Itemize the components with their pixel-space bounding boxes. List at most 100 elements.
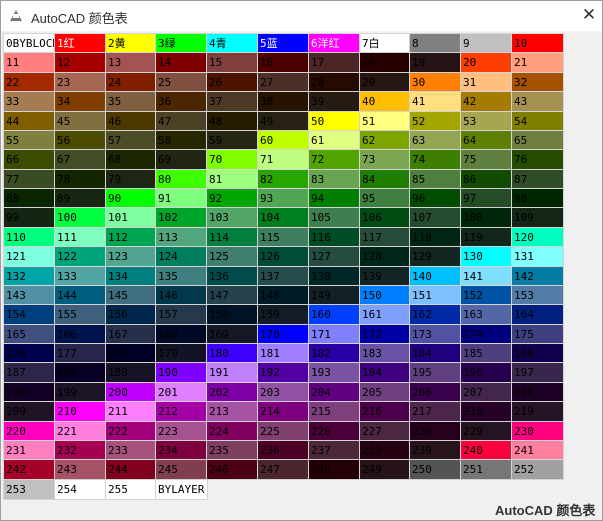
color-cell-149[interactable]: 149 — [308, 285, 361, 306]
color-cell-135[interactable]: 135 — [155, 266, 208, 287]
color-cell-143[interactable]: 143 — [3, 285, 56, 306]
color-cell-204[interactable]: 204 — [308, 382, 361, 403]
color-cell-217[interactable]: 217 — [409, 401, 462, 422]
color-cell-223[interactable]: 223 — [155, 421, 208, 442]
color-cell-73[interactable]: 73 — [359, 149, 412, 170]
color-cell-251[interactable]: 251 — [460, 459, 513, 480]
color-cell-242[interactable]: 242 — [3, 459, 56, 480]
color-cell-57[interactable]: 57 — [105, 130, 158, 151]
color-cell-234[interactable]: 234 — [155, 440, 208, 461]
color-cell-120[interactable]: 120 — [511, 227, 564, 248]
color-cell-231[interactable]: 231 — [3, 440, 56, 461]
color-cell-200[interactable]: 200 — [105, 382, 158, 403]
color-cell-240[interactable]: 240 — [460, 440, 513, 461]
color-cell-62[interactable]: 62 — [359, 130, 412, 151]
color-cell-169[interactable]: 169 — [206, 324, 259, 345]
color-cell-bylayer[interactable]: BYLAYER — [155, 479, 208, 500]
color-cell-5[interactable]: 5蓝 — [257, 33, 310, 54]
color-cell-29[interactable]: 29 — [359, 72, 412, 93]
color-cell-75[interactable]: 75 — [460, 149, 513, 170]
color-cell-221[interactable]: 221 — [54, 421, 107, 442]
color-cell-21[interactable]: 21 — [511, 52, 564, 73]
color-cell-162[interactable]: 162 — [409, 304, 462, 325]
color-cell-132[interactable]: 132 — [3, 266, 56, 287]
color-cell-246[interactable]: 246 — [206, 459, 259, 480]
color-cell-171[interactable]: 171 — [308, 324, 361, 345]
color-cell-205[interactable]: 205 — [359, 382, 412, 403]
color-cell-232[interactable]: 232 — [54, 440, 107, 461]
color-cell-214[interactable]: 214 — [257, 401, 310, 422]
color-cell-44[interactable]: 44 — [3, 111, 56, 132]
color-cell-188[interactable]: 188 — [54, 362, 107, 383]
color-cell-22[interactable]: 22 — [3, 72, 56, 93]
close-button[interactable]: ✕ — [579, 5, 599, 25]
color-cell-245[interactable]: 245 — [155, 459, 208, 480]
color-cell-25[interactable]: 25 — [155, 72, 208, 93]
color-cell-23[interactable]: 23 — [54, 72, 107, 93]
color-cell-80[interactable]: 80 — [155, 169, 208, 190]
color-cell-195[interactable]: 195 — [409, 362, 462, 383]
color-cell-7[interactable]: 7白 — [359, 33, 412, 54]
color-cell-226[interactable]: 226 — [308, 421, 361, 442]
color-cell-83[interactable]: 83 — [308, 169, 361, 190]
color-cell-42[interactable]: 42 — [460, 91, 513, 112]
color-cell-131[interactable]: 131 — [511, 246, 564, 267]
color-cell-64[interactable]: 64 — [460, 130, 513, 151]
color-cell-186[interactable]: 186 — [511, 343, 564, 364]
color-cell-51[interactable]: 51 — [359, 111, 412, 132]
color-cell-98[interactable]: 98 — [511, 188, 564, 209]
color-cell-84[interactable]: 84 — [359, 169, 412, 190]
color-cell-168[interactable]: 168 — [155, 324, 208, 345]
color-cell-219[interactable]: 219 — [511, 401, 564, 422]
color-cell-12[interactable]: 12 — [54, 52, 107, 73]
color-cell-174[interactable]: 174 — [460, 324, 513, 345]
color-cell-206[interactable]: 206 — [409, 382, 462, 403]
color-cell-237[interactable]: 237 — [308, 440, 361, 461]
color-cell-253[interactable]: 253 — [3, 479, 56, 500]
color-cell-202[interactable]: 202 — [206, 382, 259, 403]
color-cell-71[interactable]: 71 — [257, 149, 310, 170]
color-cell-244[interactable]: 244 — [105, 459, 158, 480]
color-cell-129[interactable]: 129 — [409, 246, 462, 267]
color-cell-85[interactable]: 85 — [409, 169, 462, 190]
color-cell-38[interactable]: 38 — [257, 91, 310, 112]
color-cell-144[interactable]: 144 — [54, 285, 107, 306]
color-cell-10[interactable]: 10 — [511, 33, 564, 54]
color-cell-17[interactable]: 17 — [308, 52, 361, 73]
color-cell-190[interactable]: 190 — [155, 362, 208, 383]
color-cell-159[interactable]: 159 — [257, 304, 310, 325]
color-cell-1[interactable]: 1红 — [54, 33, 107, 54]
color-cell-96[interactable]: 96 — [409, 188, 462, 209]
color-cell-100[interactable]: 100 — [54, 207, 107, 228]
color-cell-139[interactable]: 139 — [359, 266, 412, 287]
color-cell-189[interactable]: 189 — [105, 362, 158, 383]
color-cell-213[interactable]: 213 — [206, 401, 259, 422]
color-cell-115[interactable]: 115 — [257, 227, 310, 248]
color-cell-255[interactable]: 255 — [105, 479, 158, 500]
color-cell-72[interactable]: 72 — [308, 149, 361, 170]
color-cell-133[interactable]: 133 — [54, 266, 107, 287]
color-cell-136[interactable]: 136 — [206, 266, 259, 287]
color-cell-212[interactable]: 212 — [155, 401, 208, 422]
color-cell-235[interactable]: 235 — [206, 440, 259, 461]
color-cell-207[interactable]: 207 — [460, 382, 513, 403]
color-cell-148[interactable]: 148 — [257, 285, 310, 306]
color-cell-9[interactable]: 9 — [460, 33, 513, 54]
color-cell-229[interactable]: 229 — [460, 421, 513, 442]
color-cell-183[interactable]: 183 — [359, 343, 412, 364]
color-cell-146[interactable]: 146 — [155, 285, 208, 306]
color-cell-35[interactable]: 35 — [105, 91, 158, 112]
color-cell-24[interactable]: 24 — [105, 72, 158, 93]
color-cell-60[interactable]: 60 — [257, 130, 310, 151]
color-cell-110[interactable]: 110 — [3, 227, 56, 248]
color-cell-151[interactable]: 151 — [409, 285, 462, 306]
color-cell-81[interactable]: 81 — [206, 169, 259, 190]
color-cell-109[interactable]: 109 — [511, 207, 564, 228]
color-cell-180[interactable]: 180 — [206, 343, 259, 364]
color-cell-78[interactable]: 78 — [54, 169, 107, 190]
color-cell-160[interactable]: 160 — [308, 304, 361, 325]
color-cell-145[interactable]: 145 — [105, 285, 158, 306]
color-cell-192[interactable]: 192 — [257, 362, 310, 383]
color-cell-104[interactable]: 104 — [257, 207, 310, 228]
color-cell-32[interactable]: 32 — [511, 72, 564, 93]
